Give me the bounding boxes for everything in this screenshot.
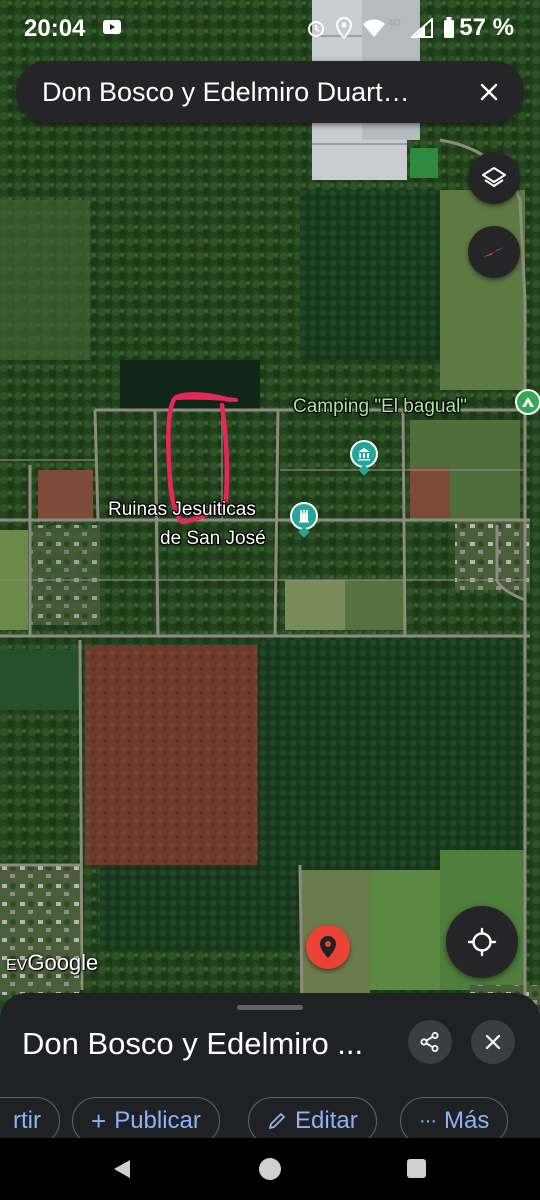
place-bottom-sheet[interactable]: Don Bosco y Edelmiro ... rtir + Publicar… — [0, 993, 540, 1138]
share-button[interactable] — [408, 1020, 452, 1064]
layers-button[interactable] — [468, 152, 520, 204]
status-icons: 4G 57 % — [306, 14, 514, 42]
more-dots-icon: ··· — [419, 1109, 437, 1132]
my-location-button[interactable] — [446, 906, 518, 978]
close-icon[interactable] — [470, 73, 508, 111]
publish-chip-label: Publicar — [114, 1107, 201, 1134]
compass-icon — [483, 247, 505, 257]
map-pin-icon — [320, 936, 336, 958]
location-status-icon — [335, 17, 352, 39]
home-icon[interactable] — [259, 1158, 281, 1180]
close-icon — [485, 1034, 501, 1050]
signal-icon — [411, 18, 434, 38]
battery-icon — [444, 17, 455, 38]
wifi-icon — [362, 19, 385, 37]
place-title: Don Bosco y Edelmiro ... — [22, 1026, 364, 1061]
my-location-icon — [467, 927, 497, 957]
ruins-label-line2[interactable]: de San José — [160, 527, 266, 550]
google-logo: Google — [27, 950, 99, 975]
pencil-icon — [269, 1113, 285, 1129]
youtube-notification-icon — [103, 20, 121, 34]
attribution-prefix: EV — [6, 957, 28, 974]
share-chip-label: rtir — [13, 1107, 41, 1134]
more-chip[interactable]: ··· Más — [400, 1097, 509, 1138]
sheet-close-button[interactable] — [471, 1020, 515, 1064]
edit-chip-label: Editar — [295, 1107, 358, 1134]
layers-icon — [482, 167, 506, 187]
ruins-label-line1[interactable]: Ruinas Jesuiticas — [108, 498, 256, 521]
status-bar: 20:04 4G 57 % — [0, 0, 540, 56]
edit-chip[interactable]: Editar — [248, 1097, 377, 1138]
google-attribution: EVGoogle — [6, 950, 98, 976]
action-chips: rtir + Publicar Editar ··· Más — [0, 1097, 540, 1138]
alarm-icon — [307, 21, 324, 37]
share-chip[interactable]: rtir — [0, 1097, 60, 1138]
share-icon — [420, 1032, 439, 1052]
plus-icon: + — [91, 1105, 107, 1136]
location-pin[interactable] — [306, 925, 350, 969]
camping-label[interactable]: Camping "El bagual" — [293, 395, 467, 418]
search-query[interactable]: Don Bosco y Edelmiro Duart… — [42, 77, 470, 108]
campsite-icon[interactable] — [515, 389, 540, 415]
publish-chip[interactable]: + Publicar — [72, 1097, 220, 1138]
sheet-drag-handle[interactable] — [237, 1005, 303, 1010]
network-type: 4G — [387, 17, 402, 29]
battery-level: 57 % — [459, 14, 514, 41]
compass-button[interactable] — [468, 226, 520, 278]
recents-icon[interactable] — [407, 1159, 426, 1178]
more-chip-label: Más — [443, 1107, 490, 1134]
back-icon[interactable] — [112, 1158, 132, 1180]
status-time: 20:04 — [24, 15, 86, 42]
search-bar[interactable]: Don Bosco y Edelmiro Duart… — [16, 61, 524, 123]
system-navigation-bar — [0, 1138, 540, 1200]
